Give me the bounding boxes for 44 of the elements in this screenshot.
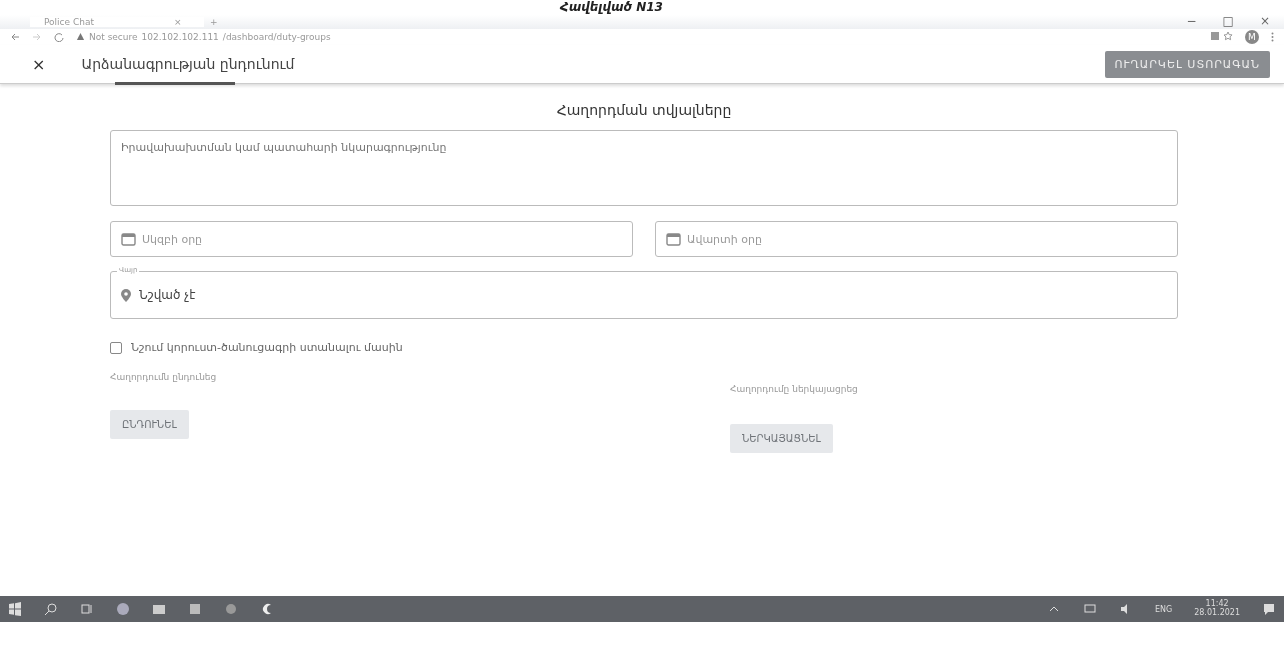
warning-icon [76,32,85,41]
security-label: Not secure [89,32,138,42]
clock-time: 11:42 [1205,600,1229,609]
clock-date: 28.01.2021 [1194,609,1240,618]
network-icon[interactable] [1082,602,1097,616]
calendar-icon [121,232,136,246]
new-tab-button[interactable]: + [210,17,218,27]
round-app-icon[interactable] [224,602,238,616]
language-indicator[interactable]: ENG [1154,604,1173,614]
date-field[interactable]: Ավարտի օրը [655,221,1178,257]
location-pin-icon [121,288,131,302]
menu-icon[interactable] [1271,32,1274,42]
checkbox[interactable] [110,341,122,354]
url-host: 102.102.102.111 [141,32,219,42]
tab-title: Police Chat [44,17,94,27]
back-icon[interactable] [10,32,20,42]
page-title: Արձանագրության ընդունում [81,56,296,72]
close-button[interactable]: × [32,54,46,74]
section-title: Հաղորդման տվյալները [555,102,733,118]
close-button[interactable]: × [1259,14,1270,28]
location-value: Նշված չէ [139,288,196,302]
signer-label: Հաղորդումն ընդունեց [110,372,217,382]
date-field[interactable]: Սկզբի օրը [110,221,633,257]
browser-tab[interactable]: Police Chat × [30,17,204,27]
minimize-button[interactable]: − [1186,14,1197,28]
description-field[interactable]: Իրավախախտման կամ պատահարի նկարագրությունը [110,130,1178,206]
field-placeholder: Ավարտի օրը [687,232,762,246]
send-button[interactable]: ՈՒՂԱՐԿԵԼ ՍՏՈՐԱԳԱՆ [1104,50,1270,78]
notifications-icon[interactable] [1262,602,1276,616]
url-path: /dashboard/duty-groups [222,32,331,42]
field-placeholder: Սկզբի օրը [142,232,203,246]
profile-avatar[interactable]: M [1245,30,1259,44]
star-icon[interactable] [1223,31,1233,41]
task-view-icon[interactable] [80,602,94,616]
tab-close-button[interactable]: × [174,17,182,27]
restore-button[interactable]: □ [1222,14,1234,28]
search-icon[interactable] [44,602,58,616]
document-heading: Հավելված N13 [560,0,663,14]
windows-start-icon[interactable] [8,602,22,616]
reload-icon[interactable] [54,32,64,42]
browser-circle-icon[interactable] [116,602,130,616]
checkbox-label: Նշում կորուստ-ծանուցագրի ստանալու մասին [131,341,403,354]
signer-label: Հաղորդումը ներկայացրեց [730,384,858,394]
calendar-icon [666,232,681,246]
